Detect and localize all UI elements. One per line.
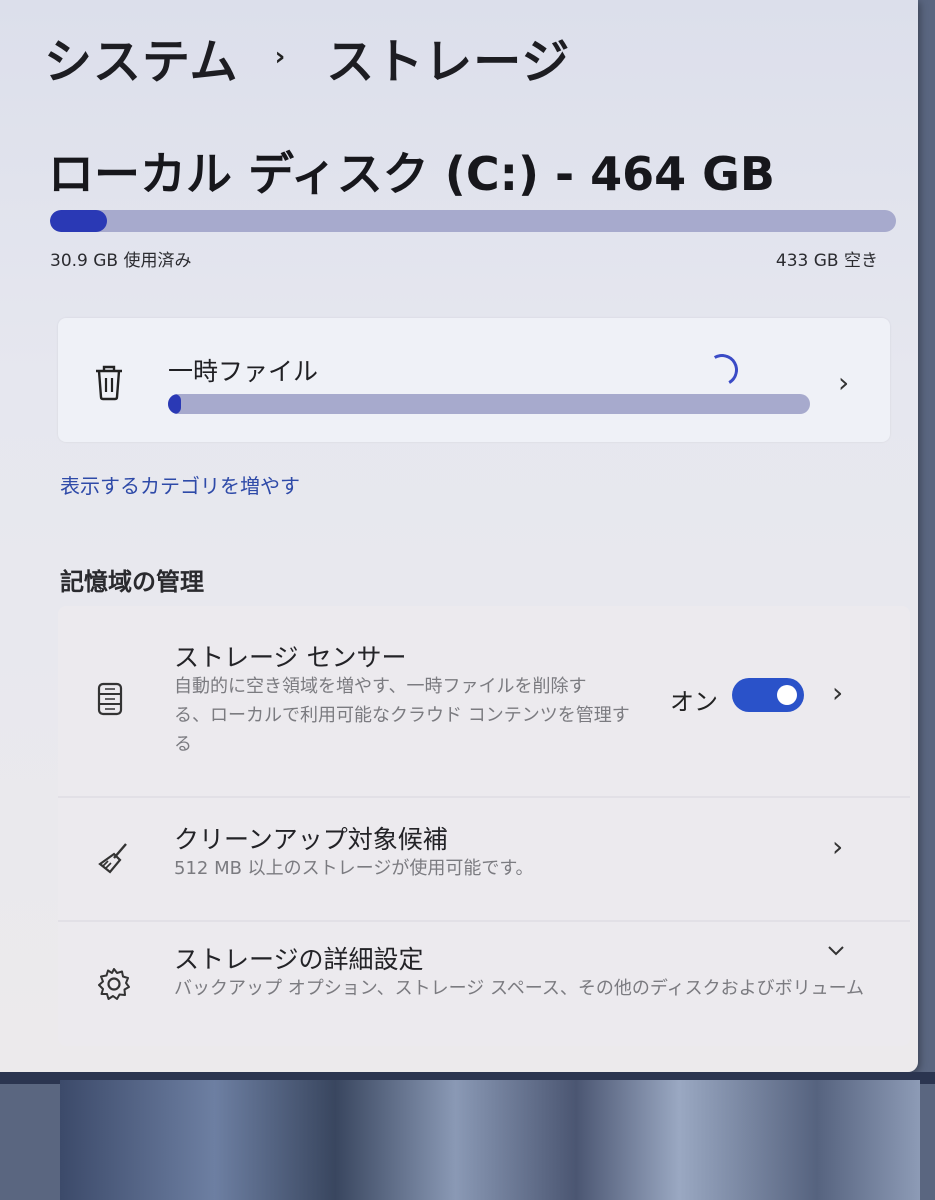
breadcrumb-storage: ストレージ [326, 34, 571, 90]
advanced-settings-description: バックアップ オプション、ストレージ スペース、その他のディスクおよびボリューム [174, 978, 865, 999]
advanced-settings-title: ストレージの詳細設定 [174, 945, 424, 974]
breadcrumb-separator: › [274, 42, 287, 72]
temp-files-card[interactable]: 一時ファイル › [58, 318, 890, 442]
trash-icon [96, 365, 122, 401]
broom-icon [98, 843, 127, 874]
gear-icon [98, 968, 130, 1000]
cleanup-recommendations-row[interactable]: クリーンアップ対象候補 512 MB 以上のストレージが使用可能です。 › [58, 798, 910, 920]
used-space-label: 30.9 GB 使用済み [50, 251, 192, 271]
chevron-right-icon: › [838, 366, 850, 399]
temp-files-label: 一時ファイル [168, 357, 319, 386]
storage-sense-description-line-3: る [174, 734, 192, 755]
desktop-wallpaper [60, 1080, 920, 1200]
storage-sense-toggle[interactable] [732, 678, 804, 712]
storage-drive-icon [97, 682, 123, 716]
storage-management-group: ストレージ センサー 自動的に空き領域を増やす、一時ファイルを削除す る、ローカ… [58, 606, 910, 1046]
breadcrumb-system[interactable]: システム [44, 22, 239, 92]
chevron-down-icon [828, 946, 844, 956]
disk-usage-bar-fill [50, 210, 107, 232]
storage-sense-description-line-2: る、ローカルで利用可能なクラウド コンテンツを管理す [174, 705, 630, 726]
temp-files-bar [168, 394, 810, 414]
disk-title: ローカル ディスク (C:) - 464 GB [48, 147, 775, 201]
disk-usage-bar [50, 210, 896, 232]
loading-spinner-icon [702, 350, 742, 390]
temp-files-bar-fill [168, 394, 181, 414]
settings-window: システム › ストレージ ローカル ディスク (C:) - 464 GB 30.… [0, 0, 918, 1072]
storage-sense-toggle-label: オン [670, 688, 718, 716]
storage-sense-row[interactable]: ストレージ センサー 自動的に空き領域を増やす、一時ファイルを削除す る、ローカ… [58, 606, 910, 796]
chevron-right-icon: › [832, 676, 844, 709]
breadcrumb: システム › ストレージ [44, 22, 570, 92]
advanced-storage-settings-row[interactable]: ストレージの詳細設定 バックアップ オプション、ストレージ スペース、その他のデ… [58, 922, 910, 1046]
free-space-label: 433 GB 空き [775, 251, 878, 271]
storage-sense-description: 自動的に空き領域を増やす、一時ファイルを削除す る、ローカルで利用可能なクラウド… [174, 672, 630, 759]
toggle-knob [777, 685, 797, 705]
storage-management-heading: 記憶域の管理 [60, 568, 204, 596]
chevron-right-icon: › [832, 830, 844, 863]
storage-sense-description-line-1: 自動的に空き領域を増やす、一時ファイルを削除す [174, 676, 587, 697]
show-more-categories-link[interactable]: 表示するカテゴリを増やす [60, 470, 300, 499]
cleanup-description: 512 MB 以上のストレージが使用可能です。 [174, 858, 534, 879]
cleanup-title: クリーンアップ対象候補 [174, 825, 448, 854]
storage-sense-title: ストレージ センサー [174, 643, 407, 672]
